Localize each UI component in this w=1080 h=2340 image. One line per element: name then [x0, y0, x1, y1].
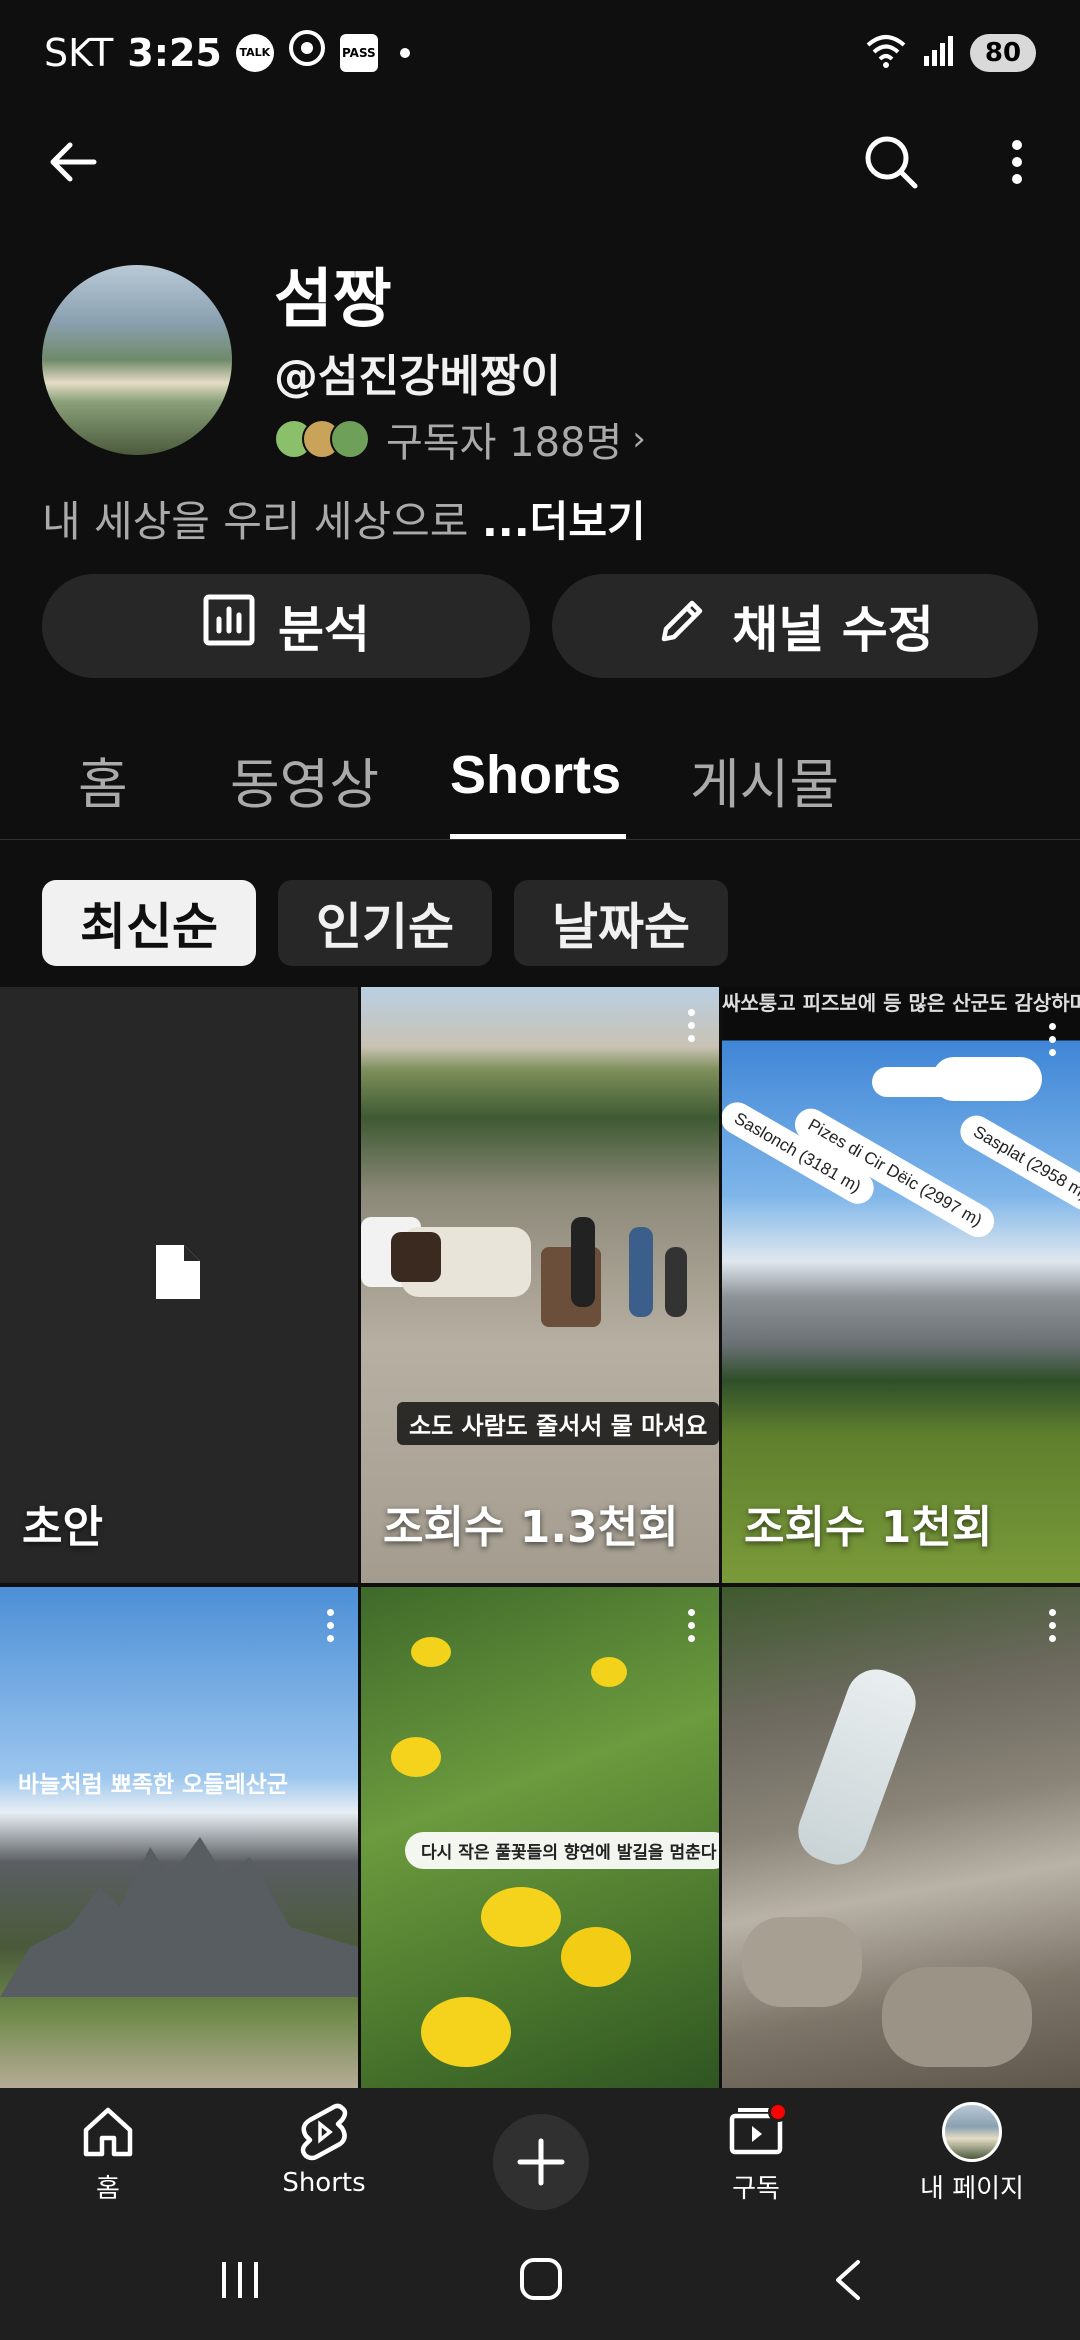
system-navigation-bar: [0, 2220, 1080, 2340]
flower: [411, 1637, 451, 1667]
back-arrow-icon[interactable]: [36, 125, 110, 199]
kakaotalk-icon: TALK: [235, 33, 274, 72]
chip-latest[interactable]: 최신순: [42, 880, 256, 966]
nav-subscriptions-label: 구독: [732, 2174, 780, 2204]
more-vert-icon[interactable]: [1046, 1023, 1058, 1056]
search-icon[interactable]: [854, 125, 928, 199]
mountain-silhouette: [0, 1837, 358, 1997]
tab-videos[interactable]: 동영상: [230, 740, 379, 819]
nav-home[interactable]: 홈: [18, 2102, 198, 2205]
shorts-item[interactable]: 다시 작은 풀꽃들의 향연에 발길을 멈춘다: [361, 1587, 719, 2088]
channel-name: 섬짱: [274, 263, 392, 337]
rock: [742, 1917, 862, 2007]
analytics-button[interactable]: 분석: [42, 574, 530, 678]
subscriber-avatar: [330, 419, 370, 459]
shorts-icon: [300, 2103, 348, 2161]
plus-icon: [517, 2138, 565, 2186]
nav-me-label: 내 페이지: [920, 2174, 1024, 2204]
notification-badge: [768, 2102, 788, 2122]
chip-popular[interactable]: 인기순: [278, 880, 492, 966]
profile-avatar: [942, 2102, 1002, 2162]
rock: [882, 1967, 1032, 2067]
video-caption: 다시 작은 풀꽃들의 향연에 발길을 멈춘다: [405, 1832, 719, 1869]
channel-description[interactable]: 내 세상을 우리 세상으로 ...더보기: [42, 488, 646, 549]
shorts-item[interactable]: [722, 1587, 1080, 2088]
create-button[interactable]: [493, 2114, 589, 2210]
cows-scene: [361, 1207, 719, 1337]
edit-channel-label: 채널 수정: [732, 601, 934, 659]
analytics-icon: [202, 593, 256, 659]
more-vert-icon[interactable]: [324, 1609, 336, 1642]
video-caption: 바늘처럼 뾰족한 오들레산군: [18, 1772, 288, 1798]
carrier: SKT: [44, 30, 114, 75]
clock: 3:25: [127, 30, 222, 75]
chevron-right-icon: ›: [632, 419, 646, 459]
draft-label: 초안: [22, 1502, 103, 1553]
shorts-item[interactable]: 소도 사람도 줄서서 물 마셔요 조회수 1.3천회: [361, 987, 719, 1583]
channel-tabs: 홈 동영상 Shorts 게시물: [0, 720, 1080, 840]
nav-shorts-label: Shorts: [282, 2168, 366, 2198]
status-left: SKT 3:25 TALK PASS: [44, 29, 410, 76]
subscriber-avatars: [274, 419, 370, 459]
home-icon: [83, 2107, 133, 2157]
tab-posts[interactable]: 게시물: [690, 740, 839, 819]
chrome-icon: [288, 29, 326, 76]
home-system-icon[interactable]: [518, 2256, 564, 2306]
active-tab-indicator: [450, 834, 626, 839]
analytics-label: 분석: [278, 601, 370, 659]
cloud: [932, 1057, 1042, 1101]
nav-me[interactable]: 내 페이지: [882, 2102, 1062, 2205]
flower: [561, 1927, 631, 1987]
pass-icon: PASS: [339, 33, 378, 72]
channel-handle: @섬진강베짱이: [274, 351, 561, 402]
back-system-icon[interactable]: [828, 2258, 868, 2306]
chip-date[interactable]: 날짜순: [514, 880, 728, 966]
shorts-draft-item[interactable]: 초안: [0, 987, 358, 1583]
subscriber-row[interactable]: 구독자 188명 ›: [274, 414, 646, 466]
nav-shorts[interactable]: Shorts: [234, 2102, 414, 2198]
more-link[interactable]: ...더보기: [482, 497, 646, 546]
more-vert-icon[interactable]: [685, 1009, 697, 1042]
tab-home[interactable]: 홈: [78, 740, 128, 819]
view-count: 조회수 1천회: [744, 1502, 993, 1553]
app-bar: [0, 105, 1080, 215]
channel-avatar[interactable]: [42, 265, 232, 455]
status-bar: SKT 3:25 TALK PASS 80: [0, 0, 1080, 105]
shorts-item[interactable]: 싸쏘퉁고 피즈보에 등 많은 산군도 감상하며 Saslonch (3181 m…: [722, 987, 1080, 1583]
shorts-item[interactable]: 바늘처럼 뾰족한 오들레산군: [0, 1587, 358, 2088]
document-icon: [152, 1241, 204, 1307]
view-count: 조회수 1.3천회: [383, 1502, 679, 1553]
more-vert-icon[interactable]: [1046, 1609, 1058, 1642]
description-text: 내 세상을 우리 세상으로: [42, 497, 482, 546]
edit-channel-button[interactable]: 채널 수정: [552, 574, 1038, 678]
video-caption: 싸쏘퉁고 피즈보에 등 많은 산군도 감상하며: [722, 991, 1080, 1015]
flower: [421, 1997, 511, 2067]
recent-apps-icon[interactable]: [218, 2258, 262, 2306]
nav-home-label: 홈: [96, 2174, 120, 2204]
more-vert-icon[interactable]: [685, 1609, 697, 1642]
subscriptions-icon: [726, 2102, 788, 2162]
waterfall: [789, 1661, 925, 1873]
flower: [481, 1887, 561, 1947]
flower: [591, 1657, 627, 1687]
pencil-icon: [656, 593, 710, 659]
battery-indicator: 80: [970, 33, 1036, 72]
tab-shorts[interactable]: Shorts: [450, 744, 621, 806]
more-vert-icon[interactable]: [980, 125, 1054, 199]
wifi-icon: [864, 33, 908, 73]
status-right: 80: [864, 33, 1036, 73]
more-notifications-dot: [399, 47, 410, 58]
flower: [391, 1737, 441, 1777]
bottom-navigation: 홈 Shorts 구독 내 페이지: [0, 2088, 1080, 2220]
video-caption: 소도 사람도 줄서서 물 마셔요: [397, 1402, 719, 1445]
nav-subscriptions[interactable]: 구독: [666, 2102, 846, 2205]
signal-icon: [922, 34, 956, 72]
subscriber-count: 구독자 188명: [386, 420, 623, 466]
